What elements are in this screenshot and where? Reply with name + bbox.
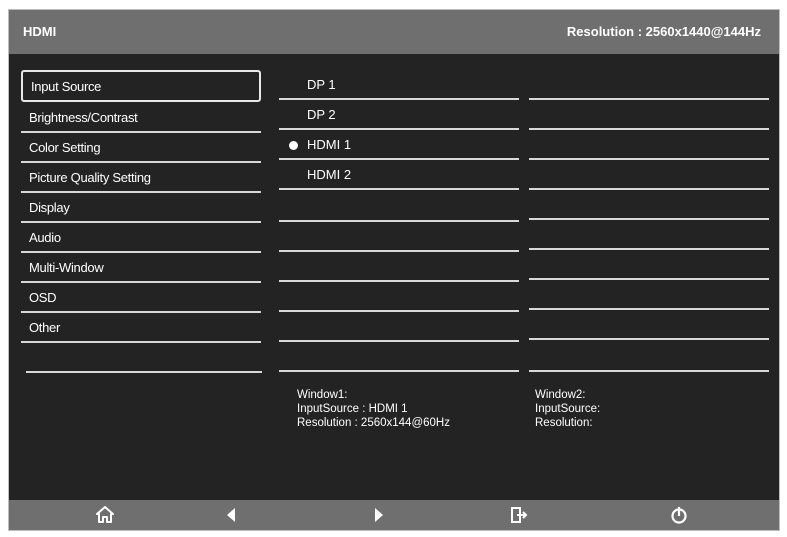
menu-item-label: Multi-Window — [29, 260, 104, 275]
sub-options-column — [529, 70, 769, 380]
menu-item-label: Other — [29, 320, 61, 335]
exit-icon — [507, 505, 531, 525]
sub-option-divider — [529, 278, 769, 280]
input-source-options: DP 1 DP 2 HDMI 1 HDMI 2 — [279, 70, 519, 380]
option-dp1[interactable]: DP 1 — [279, 70, 519, 100]
sub-option-divider — [529, 188, 769, 190]
menu-item-label: Color Setting — [29, 140, 101, 155]
menu-item-label: Picture Quality Setting — [29, 170, 151, 185]
sub-option-divider — [529, 128, 769, 130]
window2-input-source: InputSource: — [535, 403, 601, 415]
input-source-title: HDMI — [23, 24, 57, 39]
exit-button[interactable] — [507, 505, 531, 525]
option-hdmi2[interactable]: HDMI 2 — [279, 160, 519, 190]
option-divider-empty — [279, 250, 519, 252]
menu-item-color-setting[interactable]: Color Setting — [21, 133, 261, 163]
menu-divider-empty — [26, 371, 262, 373]
selected-dot-icon — [289, 141, 298, 150]
option-dp2[interactable]: DP 2 — [279, 100, 519, 130]
option-divider-empty — [279, 370, 519, 372]
sub-option-divider — [529, 158, 769, 160]
sub-option-divider — [529, 248, 769, 250]
window2-resolution: Resolution: — [535, 417, 593, 429]
window1-info: Window1: InputSource : HDMI 1 Resolution… — [297, 388, 450, 430]
sub-option-divider — [529, 338, 769, 340]
sub-option-divider — [529, 308, 769, 310]
resolution-separator: : — [637, 24, 643, 39]
window2-title: Window2: — [535, 389, 586, 401]
home-icon — [93, 505, 117, 525]
option-divider-empty — [279, 310, 519, 312]
home-button[interactable] — [93, 505, 117, 525]
right-button[interactable] — [367, 505, 391, 525]
menu-item-picture-quality[interactable]: Picture Quality Setting — [21, 163, 261, 193]
sub-option-divider — [529, 218, 769, 220]
control-bar — [9, 500, 779, 530]
power-button[interactable] — [667, 505, 691, 525]
menu-item-label: Display — [29, 200, 70, 215]
window1-input-source: InputSource : HDMI 1 — [297, 403, 408, 415]
menu-item-other[interactable]: Other — [21, 313, 261, 343]
menu-item-label: OSD — [29, 290, 57, 305]
menu-item-display[interactable]: Display — [21, 193, 261, 223]
sub-option-divider — [529, 98, 769, 100]
window1-title: Window1: — [297, 389, 348, 401]
option-divider-empty — [279, 280, 519, 282]
menu-divider — [21, 341, 261, 343]
left-arrow-icon — [219, 505, 243, 525]
menu-item-brightness-contrast[interactable]: Brightness/Contrast — [21, 103, 261, 133]
sub-option-divider — [529, 370, 769, 372]
menu-item-label: Audio — [29, 230, 61, 245]
option-label: DP 2 — [307, 107, 336, 122]
menu-item-label: Input Source — [31, 79, 102, 94]
menu-item-osd[interactable]: OSD — [21, 283, 261, 313]
left-button[interactable] — [219, 505, 243, 525]
menu-item-audio[interactable]: Audio — [21, 223, 261, 253]
window1-resolution: Resolution : 2560x144@60Hz — [297, 417, 450, 429]
option-divider-empty — [279, 220, 519, 222]
osd-window: HDMI Resolution : 2560x1440@144Hz Input … — [8, 9, 780, 531]
option-label: DP 1 — [307, 77, 336, 92]
option-hdmi1[interactable]: HDMI 1 — [279, 130, 519, 160]
option-label: HDMI 2 — [307, 167, 352, 182]
option-divider-empty — [279, 340, 519, 342]
window2-info: Window2: InputSource: Resolution: — [535, 388, 600, 430]
resolution-label: Resolution — [566, 24, 635, 39]
menu-item-label: Brightness/Contrast — [29, 110, 138, 125]
option-label: HDMI 1 — [307, 137, 352, 152]
right-arrow-icon — [367, 505, 391, 525]
power-icon — [667, 505, 691, 525]
menu-item-input-source[interactable]: Input Source — [21, 70, 261, 102]
menu-item-multi-window[interactable]: Multi-Window — [21, 253, 261, 283]
resolution-readout: Resolution : 2560x1440@144Hz — [567, 24, 761, 39]
option-divider — [279, 188, 519, 190]
resolution-value: 2560x1440@144Hz — [645, 24, 761, 39]
header-bar: HDMI Resolution : 2560x1440@144Hz — [9, 10, 779, 54]
main-menu: Input Source Brightness/Contrast Color S… — [21, 70, 265, 370]
